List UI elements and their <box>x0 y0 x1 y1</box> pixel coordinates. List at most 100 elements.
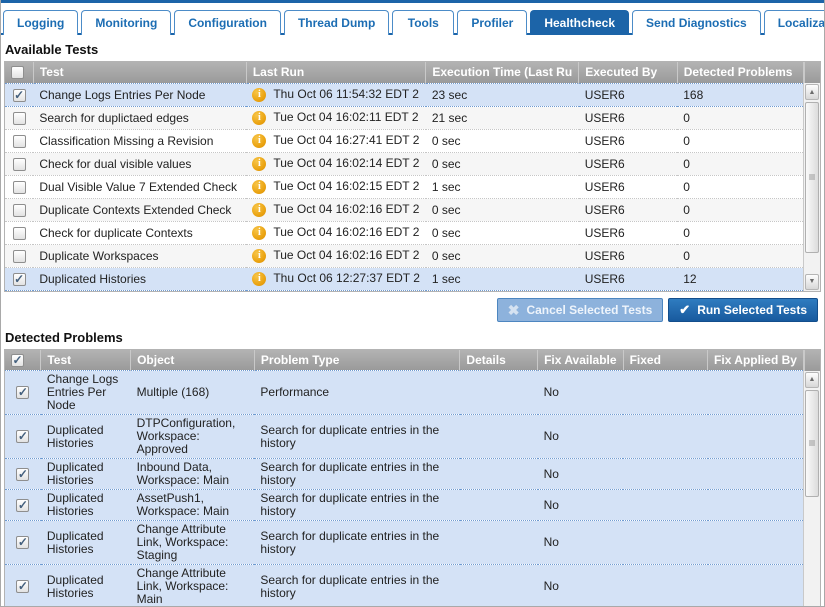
scroll-up-button[interactable]: ▲ <box>805 84 819 100</box>
test-row-checkbox[interactable]: ✓ <box>13 273 26 286</box>
scroll-up-button[interactable]: ▲ <box>805 372 819 388</box>
column-header-execution-time[interactable]: Execution Time (Last Ru <box>426 62 579 83</box>
fixed-cell <box>623 521 707 565</box>
problem-test-cell: Duplicated Histories <box>41 459 131 490</box>
tab-localization[interactable]: Localization <box>764 10 825 35</box>
detected-problems-count-cell: 12 <box>677 267 803 290</box>
available-test-row[interactable]: Dual Visible Value 7 Extended CheckiTue … <box>5 175 803 198</box>
test-name-cell: Classification Missing a Revision <box>33 129 246 152</box>
test-name-cell: Dual Visible Value 7 Extended Check <box>33 175 246 198</box>
available-test-row[interactable]: ✓Change Logs Entries Per NodeiThu Oct 06… <box>5 83 803 106</box>
problem-row-checkbox[interactable]: ✓ <box>16 536 29 549</box>
tab-logging[interactable]: Logging <box>3 10 78 35</box>
available-test-row[interactable]: ✓Duplicated HistoriesiThu Oct 06 12:27:3… <box>5 267 803 290</box>
fixed-cell <box>623 459 707 490</box>
column-header-executed-by[interactable]: Executed By <box>579 62 678 83</box>
column-header-fixed[interactable]: Fixed <box>623 350 707 371</box>
select-all-tests-checkbox[interactable] <box>11 66 24 79</box>
scroll-down-button[interactable]: ▼ <box>805 274 819 290</box>
tab-send-diagnostics[interactable]: Send Diagnostics <box>632 10 761 35</box>
available-test-row[interactable]: Duplicate WorkspacesiTue Oct 04 16:02:16… <box>5 244 803 267</box>
column-header-test[interactable]: Test <box>33 62 246 83</box>
detected-problems-count-cell: 0 <box>677 106 803 129</box>
fix-applied-by-cell <box>708 459 803 490</box>
test-row-checkbox[interactable] <box>13 112 26 125</box>
detected-problem-row[interactable]: ✓Duplicated HistoriesDTPConfiguration, W… <box>5 415 803 459</box>
tab-healthcheck[interactable]: Healthcheck <box>530 10 629 35</box>
executed-by-cell: USER6 <box>579 267 678 290</box>
test-name-cell: Duplicated Histories <box>33 267 246 290</box>
test-row-checkbox[interactable] <box>13 250 26 263</box>
run-selected-tests-button[interactable]: ✔ Run Selected Tests <box>668 298 818 322</box>
available-test-row[interactable]: Duplicate Contexts Extended CheckiTue Oc… <box>5 198 803 221</box>
execution-time-cell: 0 sec <box>426 244 579 267</box>
cancel-selected-tests-button[interactable]: ✖ Cancel Selected Tests <box>497 298 664 322</box>
detected-problem-row[interactable]: ✓Duplicated HistoriesAssetPush1, Workspa… <box>5 490 803 521</box>
column-header-fix-applied-by[interactable]: Fix Applied By <box>708 350 803 371</box>
scrollbar-track[interactable] <box>804 389 820 607</box>
executed-by-cell: USER6 <box>579 244 678 267</box>
detected-problem-row[interactable]: ✓Duplicated HistoriesChange Attribute Li… <box>5 521 803 565</box>
scrollbar-thumb[interactable] <box>805 102 819 253</box>
problem-row-checkbox[interactable]: ✓ <box>16 580 29 593</box>
problem-row-checkbox[interactable]: ✓ <box>16 386 29 399</box>
test-row-checkbox[interactable] <box>13 204 26 217</box>
available-test-row[interactable]: Classification Missing a RevisioniTue Oc… <box>5 129 803 152</box>
scrollbar-thumb[interactable] <box>805 390 819 497</box>
problem-row-checkbox[interactable]: ✓ <box>16 468 29 481</box>
tab-tools[interactable]: Tools <box>392 10 454 35</box>
problem-test-cell: Change Logs Entries Per Node <box>41 371 131 415</box>
problem-test-cell: Duplicated Histories <box>41 565 131 607</box>
execution-time-cell: 0 sec <box>426 129 579 152</box>
test-row-checkbox[interactable] <box>13 181 26 194</box>
row-select-cell: ✓ <box>5 521 41 565</box>
test-name-cell: Check for duplicate Contexts <box>33 221 246 244</box>
triangle-down-icon: ▼ <box>809 278 816 285</box>
last-run-cell: iTue Oct 04 16:27:41 EDT 2 <box>246 129 426 152</box>
execution-time-cell: 0 sec <box>426 152 579 175</box>
last-run-cell: iTue Oct 04 16:02:11 EDT 2 <box>246 106 426 129</box>
test-row-checkbox[interactable]: ✓ <box>13 89 26 102</box>
tab-configuration[interactable]: Configuration <box>174 10 281 35</box>
problem-row-checkbox[interactable]: ✓ <box>16 430 29 443</box>
detected-problem-row[interactable]: ✓Duplicated HistoriesChange Attribute Li… <box>5 565 803 607</box>
row-select-cell <box>5 221 33 244</box>
executed-by-cell: USER6 <box>579 198 678 221</box>
column-header-detected-problems[interactable]: Detected Problems <box>677 62 803 83</box>
problem-object-cell: Inbound Data, Workspace: Main <box>131 459 255 490</box>
available-test-row[interactable]: Check for duplicate ContextsiTue Oct 04 … <box>5 221 803 244</box>
row-select-cell <box>5 198 33 221</box>
tab-thread-dump[interactable]: Thread Dump <box>284 10 389 35</box>
tab-profiler[interactable]: Profiler <box>457 10 527 35</box>
available-test-row[interactable]: Check for dual visible valuesiTue Oct 04… <box>5 152 803 175</box>
select-all-problems-header[interactable]: ✓ <box>5 350 41 371</box>
detected-problems-count-cell: 168 <box>677 83 803 106</box>
scrollbar-track[interactable] <box>804 101 820 273</box>
column-header-object[interactable]: Object <box>131 350 255 371</box>
fix-available-cell: No <box>538 371 623 415</box>
column-header-details[interactable]: Details <box>460 350 538 371</box>
detected-problems-scrollbar[interactable]: ▲ ▼ <box>803 350 820 607</box>
column-header-problem-test[interactable]: Test <box>41 350 131 371</box>
select-all-problems-checkbox[interactable]: ✓ <box>11 354 24 367</box>
test-row-checkbox[interactable] <box>13 227 26 240</box>
execution-time-cell: 23 sec <box>426 83 579 106</box>
fix-applied-by-cell <box>708 415 803 459</box>
test-row-checkbox[interactable] <box>13 158 26 171</box>
column-header-last-run[interactable]: Last Run <box>246 62 426 83</box>
available-test-row[interactable]: Search for duplictaed edgesiTue Oct 04 1… <box>5 106 803 129</box>
row-select-cell: ✓ <box>5 83 33 106</box>
available-tests-scrollbar[interactable]: ▲ ▼ <box>803 62 820 291</box>
test-row-checkbox[interactable] <box>13 135 26 148</box>
detected-problem-row[interactable]: ✓Change Logs Entries Per NodeMultiple (1… <box>5 371 803 415</box>
cancel-x-icon: ✖ <box>508 303 520 317</box>
detected-problem-row[interactable]: ✓ Duplicated HistoriesInbound Data, Works… <box>5 459 803 490</box>
select-all-tests-header[interactable] <box>5 62 33 83</box>
column-header-fix-available[interactable]: Fix Available <box>538 350 623 371</box>
row-select-cell <box>5 175 33 198</box>
problem-row-checkbox[interactable]: ✓ <box>16 499 29 512</box>
healthcheck-page: LoggingMonitoringConfigurationThread Dum… <box>0 0 825 607</box>
column-header-problem-type[interactable]: Problem Type <box>254 350 460 371</box>
fix-available-cell: No <box>538 521 623 565</box>
tab-monitoring[interactable]: Monitoring <box>81 10 171 35</box>
